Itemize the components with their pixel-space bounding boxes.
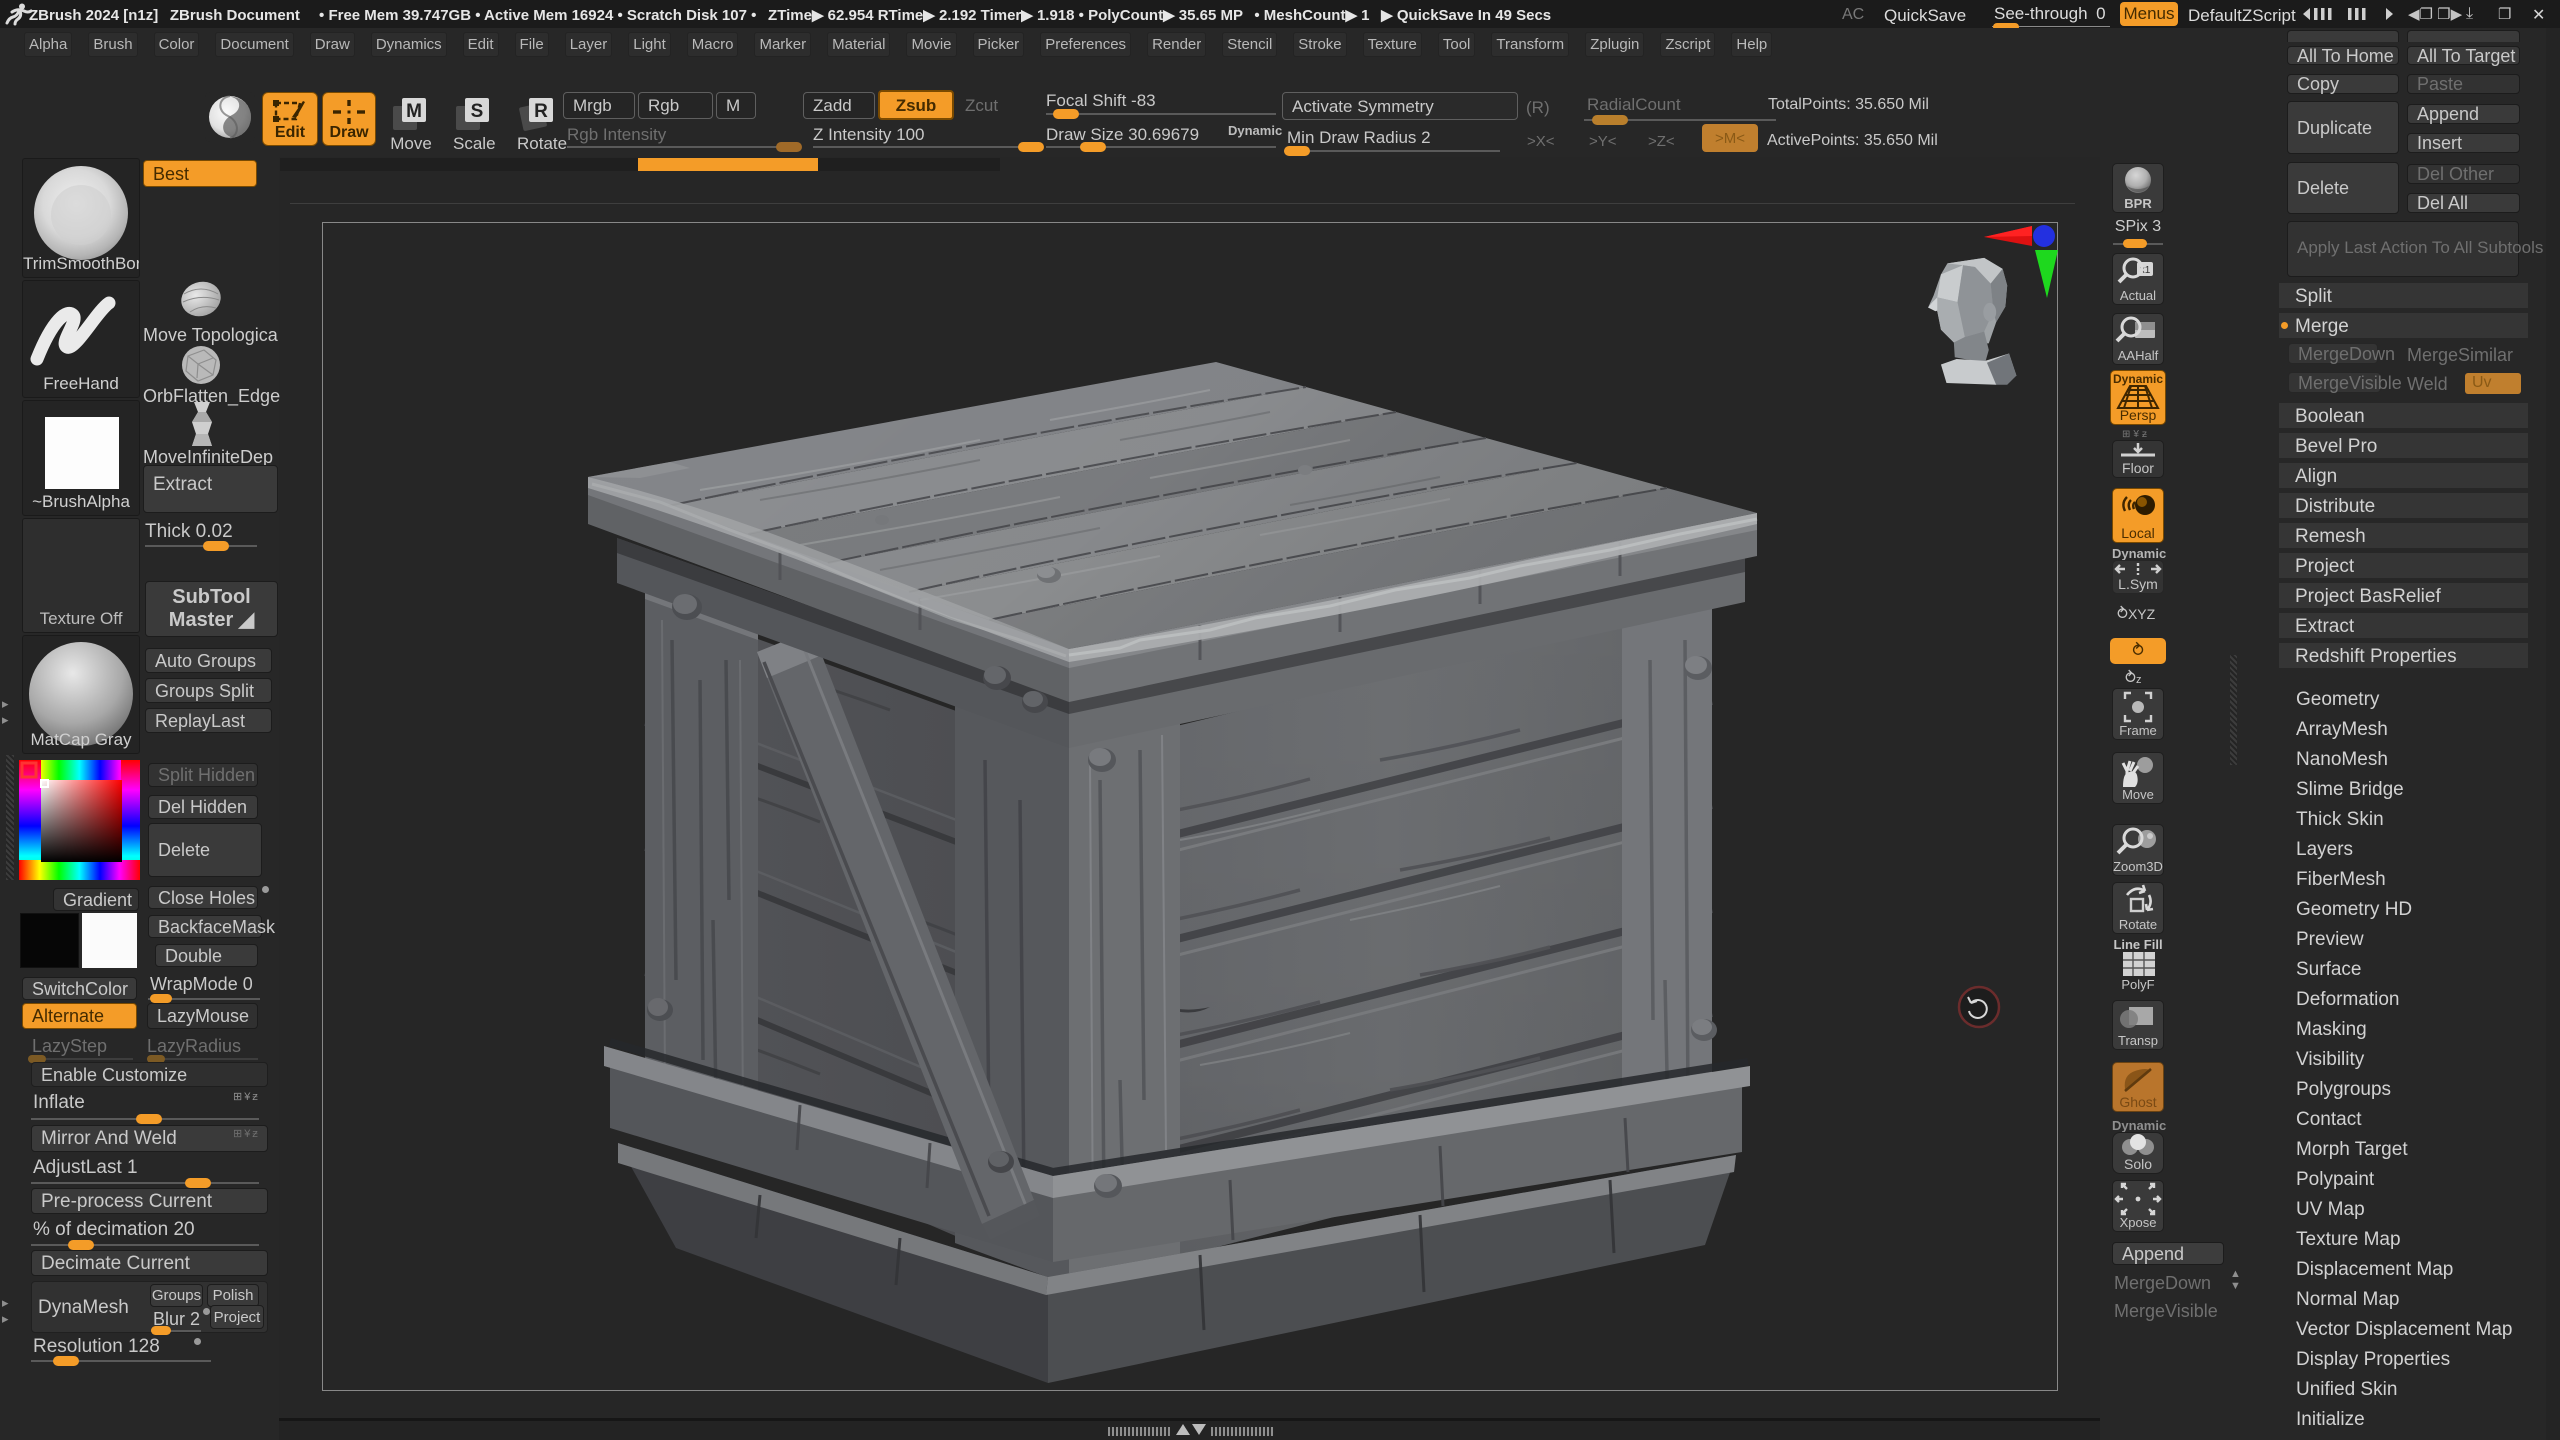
svg-text:M: M [406, 101, 422, 122]
svg-text:R: R [534, 101, 548, 122]
svg-text:S: S [471, 101, 484, 122]
